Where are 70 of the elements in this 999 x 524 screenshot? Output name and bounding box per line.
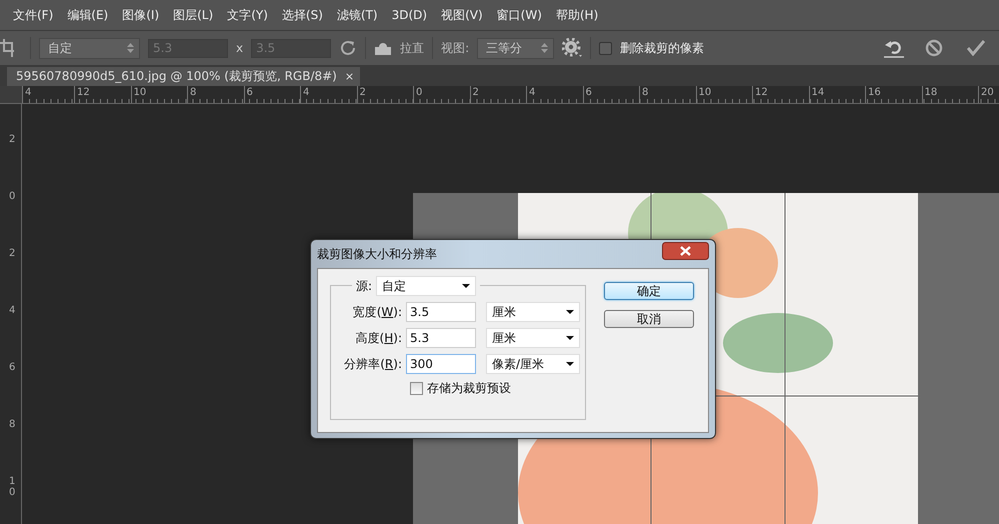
input-field[interactable]: 300 [406, 354, 476, 374]
field-label: 分辨率(R): [343, 356, 402, 372]
menu-item[interactable]: 文字(Y) [220, 6, 275, 24]
up-down-arrows-icon [541, 43, 548, 53]
ruler-label: 6 [9, 362, 16, 375]
preset-dropdown[interactable]: 自定 [39, 38, 140, 58]
menu-item[interactable]: 滤镜(T) [330, 6, 385, 24]
field-label: 高度(H): [354, 330, 402, 346]
ruler-label: 6 [582, 86, 639, 103]
ruler-label: 20 [978, 86, 999, 103]
close-button[interactable] [662, 242, 709, 260]
document-tab[interactable]: 59560780990d5_610.jpg @ 100% (裁剪预览, RGB/8#) × [7, 67, 360, 86]
ruler-label: 4 [526, 86, 582, 103]
ruler-label: 8 [639, 86, 696, 103]
cancel-icon[interactable] [925, 39, 943, 57]
swap-label: x [236, 41, 244, 55]
ruler-label: 4 [22, 86, 74, 103]
menu-item[interactable]: 视图(V) [434, 6, 490, 24]
field-label: 宽度(W): [352, 304, 402, 320]
ruler-label: 0 [413, 86, 470, 103]
unit-dropdown[interactable]: 像素/厘米 [486, 354, 580, 374]
ruler-label: 4 [300, 86, 356, 103]
menu-item[interactable]: 图层(L) [166, 6, 220, 24]
unit-dropdown[interactable]: 厘米 [486, 302, 580, 322]
close-tab-button[interactable]: × [344, 70, 354, 83]
ruler-label: 14 [808, 86, 865, 103]
ruler-label: 18 [922, 86, 978, 103]
up-down-arrows-icon [127, 43, 134, 53]
view-dropdown[interactable]: 三等分 [477, 38, 554, 58]
ruler-label: 10 [696, 86, 752, 103]
commit-check-icon[interactable] [967, 40, 985, 56]
delete-pixels-label: 删除裁剪的像素 [620, 40, 704, 56]
ruler-label: 2 [470, 86, 526, 103]
input-field[interactable]: 5.3 [406, 328, 476, 348]
ruler-label: 12 [752, 86, 808, 103]
ruler-label: 2 [356, 86, 413, 103]
menu-item[interactable]: 编辑(E) [60, 6, 116, 24]
menu-item[interactable]: 文件(F) [6, 6, 60, 24]
level-icon[interactable] [374, 41, 392, 55]
reset-icon[interactable] [883, 38, 905, 58]
ruler-label: 0 [9, 191, 16, 204]
checkbox[interactable] [410, 382, 423, 395]
menu-item[interactable]: 选择(S) [274, 6, 330, 24]
dialog-button[interactable]: 取消 [604, 310, 694, 328]
menu-item[interactable]: 图像(I) [115, 6, 166, 24]
ruler-label: 16 [865, 86, 922, 103]
menu-item[interactable]: 3D(D) [384, 8, 434, 22]
view-label: 视图: [441, 40, 470, 56]
ruler-label: 4 [9, 305, 16, 318]
ruler-label: 10 [130, 86, 187, 103]
input-field[interactable]: 3.5 [406, 302, 476, 322]
ruler-label: 10 [9, 476, 16, 500]
ruler-label: 2 [9, 248, 16, 261]
dialog-button[interactable]: 确定 [604, 282, 694, 300]
ruler-label: 8 [187, 86, 244, 103]
ruler-label: 8 [9, 419, 16, 432]
source-label: 源: [356, 278, 372, 294]
rotate-icon[interactable] [339, 39, 358, 57]
source-dropdown[interactable]: 自定 [376, 276, 476, 296]
save-preset-label: 存储为裁剪预设 [427, 380, 511, 397]
dialog-title: 裁剪图像大小和分辨率 [317, 246, 437, 262]
menu-item[interactable]: 窗口(W) [490, 6, 549, 24]
straighten-button[interactable]: 拉直 [400, 40, 424, 56]
unit-dropdown[interactable]: 厘米 [486, 328, 580, 348]
checkbox[interactable] [599, 42, 612, 54]
menu-item[interactable]: 帮助(H) [548, 6, 606, 24]
settings-icon[interactable] [562, 38, 582, 58]
ruler-label: 12 [74, 86, 130, 103]
ruler-label: 2 [9, 134, 16, 147]
ruler-label: 6 [244, 86, 300, 103]
